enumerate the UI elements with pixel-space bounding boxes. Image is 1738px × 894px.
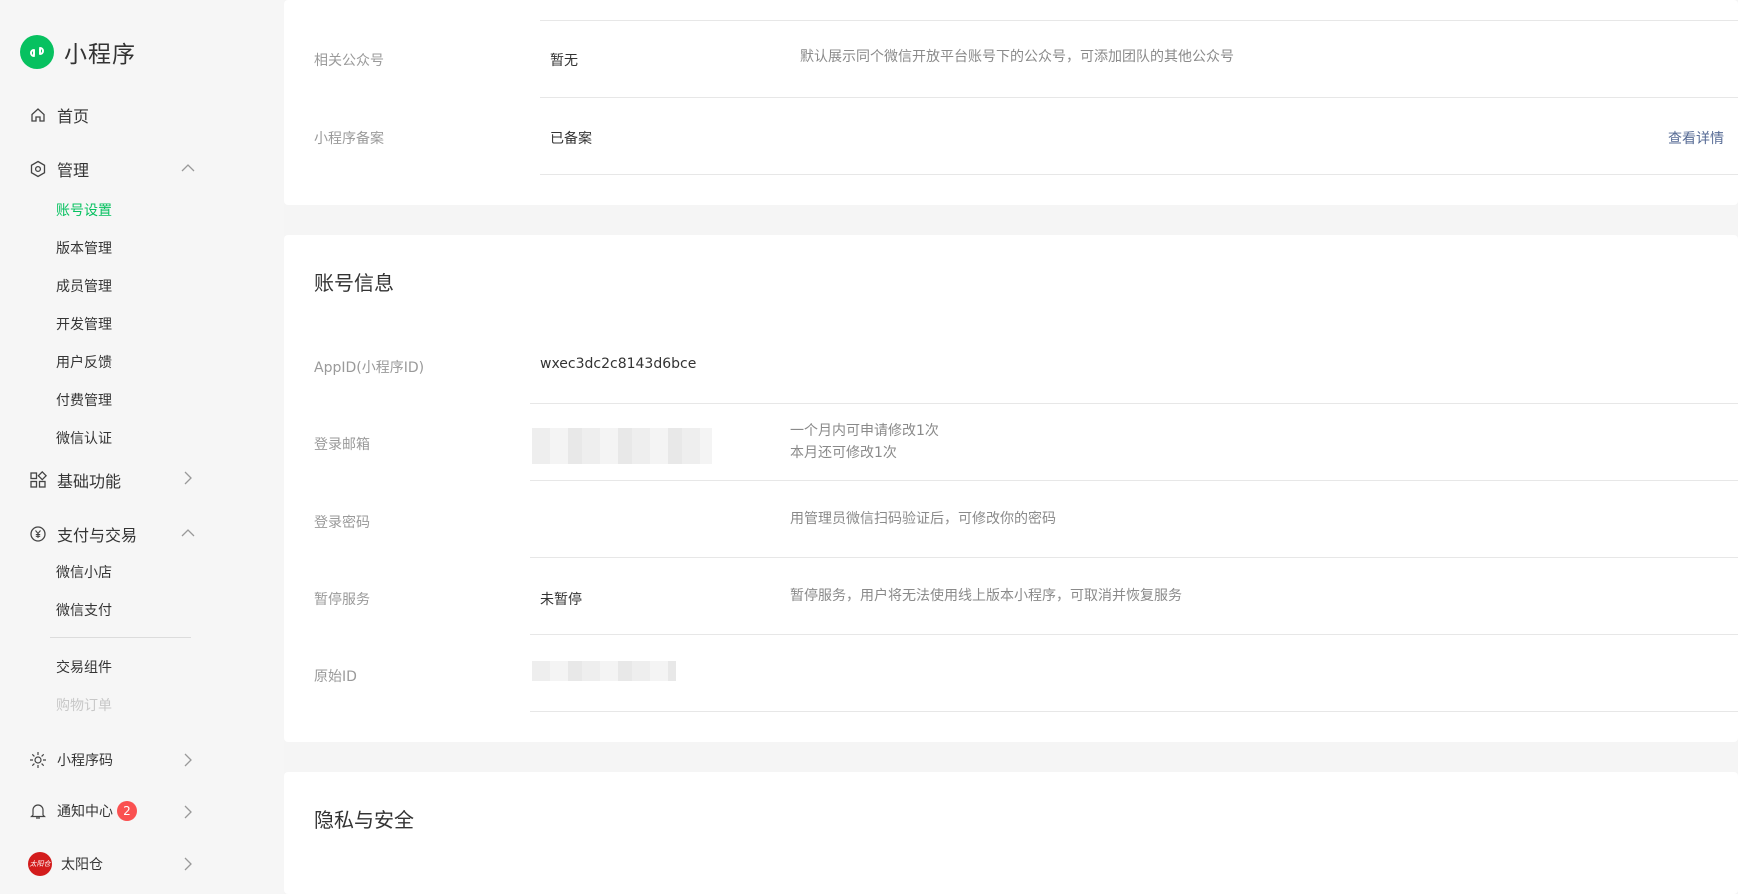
nav-manage[interactable]: 管理	[28, 157, 89, 181]
nav-home[interactable]: 首页	[28, 103, 89, 127]
bell-icon	[28, 801, 48, 821]
grid-apps-icon	[28, 470, 48, 490]
nav-manage-label: 管理	[57, 161, 90, 180]
nav-basic-label: 基础功能	[57, 472, 122, 491]
nav-notify[interactable]: 通知中心 2	[28, 801, 137, 821]
sidebar-item-feedback[interactable]: 用户反馈	[56, 352, 112, 372]
sidebar-divider	[50, 637, 191, 638]
chevron-up-icon[interactable]	[180, 525, 196, 541]
email-desc-1: 一个月内可申请修改1次	[790, 423, 939, 439]
nav-notify-label: 通知中心	[57, 804, 113, 820]
password-desc: 用管理员微信扫码验证后，可修改你的密码	[790, 511, 1056, 527]
appid-value: wxec3dc2c8143d6bce	[540, 356, 697, 372]
yuan-coin-icon	[28, 524, 48, 544]
filing-value: 已备案	[550, 131, 592, 147]
appid-label: AppID(小程序ID)	[314, 360, 425, 376]
sidebar-item-wx-pay[interactable]: 微信支付	[56, 600, 112, 620]
row-divider	[530, 480, 1738, 481]
origin-id-label: 原始ID	[314, 669, 357, 685]
chevron-right-icon[interactable]	[180, 804, 196, 820]
hexagon-settings-icon	[28, 159, 48, 179]
row-divider	[530, 711, 1738, 712]
row-divider	[540, 174, 1738, 175]
nav-home-label: 首页	[57, 107, 90, 126]
origin-id-blurred-value	[532, 661, 676, 681]
email-blurred-value	[532, 428, 712, 464]
nav-pay-label: 支付与交易	[57, 526, 138, 545]
related-account-desc: 默认展示同个微信开放平台账号下的公众号，可添加团队的其他公众号	[800, 49, 1234, 65]
sidebar-item-trade-component[interactable]: 交易组件	[56, 657, 112, 677]
row-divider	[530, 557, 1738, 558]
nav-qrcode[interactable]: 小程序码	[28, 750, 113, 770]
row-divider	[540, 20, 1738, 21]
user-name: 太阳仓	[61, 857, 103, 873]
sidebar-item-orders[interactable]: 购物订单	[56, 695, 112, 715]
chevron-right-icon[interactable]	[180, 752, 196, 768]
home-icon	[28, 105, 48, 125]
nav-pay[interactable]: 支付与交易	[28, 522, 137, 546]
password-label: 登录密码	[314, 515, 370, 531]
nav-qrcode-label: 小程序码	[57, 753, 113, 769]
chevron-right-icon[interactable]	[180, 470, 196, 486]
sidebar-item-members[interactable]: 成员管理	[56, 276, 112, 296]
sidebar-item-account-settings[interactable]: 账号设置	[56, 200, 112, 220]
row-divider	[540, 97, 1738, 98]
chevron-up-icon[interactable]	[180, 160, 196, 176]
basic-info-card: 相关公众号 暂无 默认展示同个微信开放平台账号下的公众号，可添加团队的其他公众号…	[284, 0, 1738, 205]
pause-value: 未暂停	[540, 592, 582, 608]
pause-desc: 暂停服务，用户将无法使用线上版本小程序，可取消并恢复服务	[790, 588, 1182, 604]
email-desc-2: 本月还可修改1次	[790, 445, 897, 461]
miniprogram-logo-icon	[20, 35, 54, 69]
account-info-card: 账号信息 AppID(小程序ID) wxec3dc2c8143d6bce 登录邮…	[284, 235, 1738, 742]
email-label: 登录邮箱	[314, 437, 370, 453]
app-logo[interactable]: 小程序	[20, 35, 136, 69]
notify-count-badge: 2	[117, 801, 137, 821]
sidebar-item-wx-store[interactable]: 微信小店	[56, 562, 112, 582]
view-details-link[interactable]: 查看详情	[1668, 128, 1724, 148]
avatar: 太阳仓	[28, 852, 52, 876]
sun-qrcode-icon	[28, 750, 48, 770]
chevron-right-icon[interactable]	[180, 856, 196, 872]
sidebar-item-version[interactable]: 版本管理	[56, 238, 112, 258]
section-title-account: 账号信息	[314, 271, 394, 295]
sidebar-item-dev[interactable]: 开发管理	[56, 314, 112, 334]
privacy-card: 隐私与安全	[284, 772, 1738, 894]
sidebar-item-billing[interactable]: 付费管理	[56, 390, 112, 410]
related-account-label: 相关公众号	[314, 53, 384, 69]
nav-basic[interactable]: 基础功能	[28, 468, 121, 492]
row-divider	[530, 634, 1738, 635]
section-title-privacy: 隐私与安全	[314, 808, 414, 832]
row-divider	[530, 403, 1738, 404]
filing-label: 小程序备案	[314, 131, 384, 147]
app-title: 小程序	[64, 42, 136, 68]
nav-user[interactable]: 太阳仓 太阳仓	[28, 852, 103, 876]
sidebar-item-verify[interactable]: 微信认证	[56, 428, 112, 448]
pause-label: 暂停服务	[314, 592, 370, 608]
related-account-value: 暂无	[550, 53, 578, 69]
sidebar: 小程序 首页 管理 账号设置 版本管理 成员管理 开发管理 用户反馈 付费管理 …	[0, 0, 284, 894]
